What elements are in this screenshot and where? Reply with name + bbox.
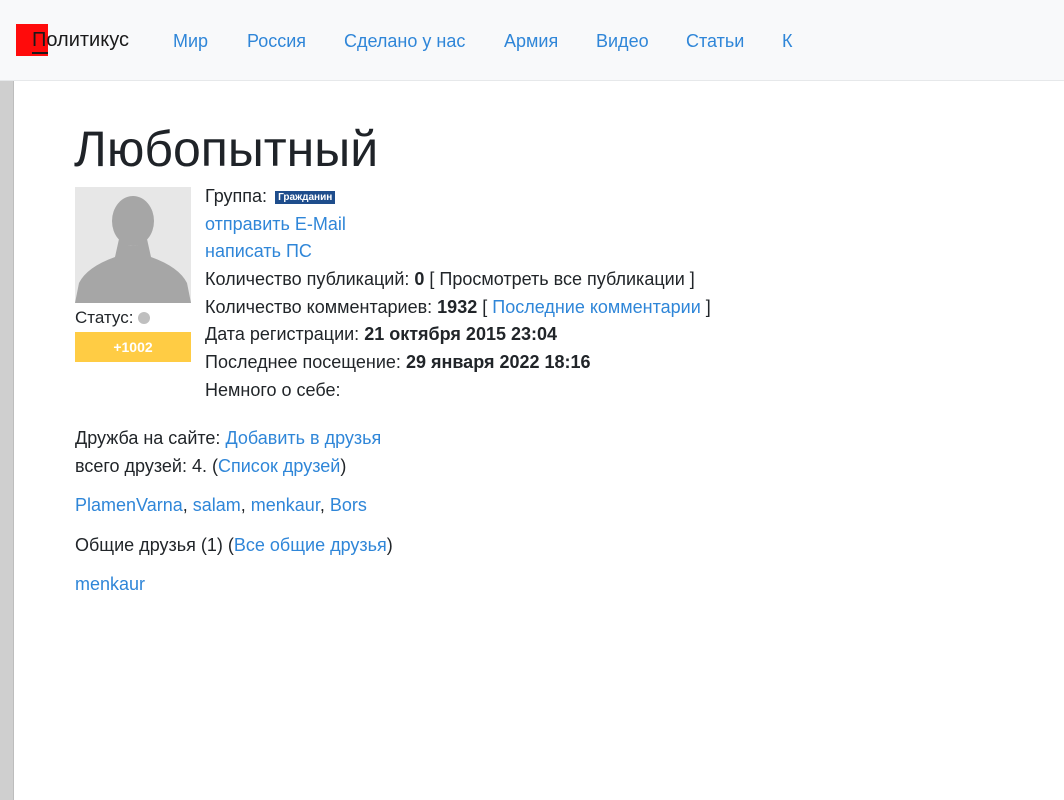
publications-label: Количество публикаций: [205,269,410,290]
nav-item-mir[interactable]: Мир [173,28,208,54]
nav-item-articles[interactable]: Статьи [686,28,744,54]
all-mutual-friends-link[interactable]: Все общие друзья [234,535,387,555]
registration-date: 21 октября 2015 23:04 [364,324,558,345]
group-label: Группа: [205,186,268,206]
publications-count: 0 [414,269,425,290]
mutual-friend-link[interactable]: menkaur [75,574,145,594]
last-visit-date: 29 января 2022 18:16 [405,352,591,373]
nav-item-army[interactable]: Армия [504,28,558,54]
last-visit-label: Последнее посещение: [205,352,401,373]
comments-row: Количество комментариев: 1932 [Последние… [205,294,711,322]
mutual-friend-list: menkaur [75,571,145,597]
friends-total-row: всего друзей: 4. (Список друзей) [75,452,381,480]
page-title: Любопытный [74,121,379,177]
last-comments-link[interactable]: Последние комментарии [492,297,701,317]
last-visit-row: Последнее посещение: 29 января 2022 18:1… [205,349,711,377]
left-scrollbar[interactable] [0,81,14,800]
friends-total-close: ) [340,456,347,476]
friend-link[interactable]: Bors [330,495,367,515]
write-pm-link[interactable]: написать ПС [205,241,312,261]
comments-count: 1932 [437,296,478,317]
nav-item-made-here[interactable]: Сделано у нас [344,28,465,54]
friendship-row: Дружба на сайте: Добавить в друзья [75,424,381,452]
email-row: отправить E-Mail [205,211,711,239]
status-offline-icon [138,312,151,324]
registration-label: Дата регистрации: [205,324,360,345]
status-label: Статус: [75,308,134,327]
about-row: Немного о себе: [205,377,711,405]
friend-link[interactable]: PlamenVarna [75,495,183,515]
profile-info: Группа: Гражданин отправить E-Mail напис… [205,183,711,405]
top-navbar: Политикус Мир Россия Сделано у нас Армия… [0,0,1064,81]
nav-item-more[interactable]: К [782,28,793,54]
friends-total-text: всего друзей: 4. ( [75,456,218,476]
comments-bracket-close: ] [705,296,711,317]
mutual-friends-row: Общие друзья (1) (Все общие друзья) [75,532,393,558]
group-row: Группа: Гражданин [205,183,711,211]
avatar [75,187,191,303]
mutual-friends-text: Общие друзья (1) ( [75,535,234,555]
brand-text: Политикус [32,29,129,51]
pm-row: написать ПС [205,238,711,266]
mutual-friends-close: ) [386,535,393,555]
friends-list-link[interactable]: Список друзей [218,456,340,476]
site-brand[interactable]: Политикус [16,24,129,56]
publications-row: Количество публикаций: 0 [ Просмотреть в… [205,266,711,294]
about-label: Немного о себе: [205,379,341,400]
user-silhouette-icon [75,187,191,303]
nav-item-russia[interactable]: Россия [247,28,306,54]
friend-link[interactable]: menkaur [251,495,320,515]
friend-list: PlamenVarna, salam, menkaur, Bors [75,495,367,515]
group-badge: Гражданин [275,191,336,204]
comments-bracket-open: [ [482,296,488,317]
publications-view-all: [ Просмотреть все публикации ] [429,269,695,290]
friends-section: Дружба на сайте: Добавить в друзья всего… [75,424,381,480]
status-line: Статус: [75,307,151,329]
rating-badge: +1002 [75,332,191,362]
add-friend-link[interactable]: Добавить в друзья [225,428,381,448]
registration-row: Дата регистрации: 21 октября 2015 23:04 [205,321,711,349]
friend-link[interactable]: salam [193,495,241,515]
brand-underline [32,52,48,54]
nav-item-video[interactable]: Видео [596,28,649,54]
comments-label: Количество комментариев: [205,296,433,317]
friendship-label: Дружба на сайте: [75,428,221,448]
send-email-link[interactable]: отправить E-Mail [205,214,346,234]
